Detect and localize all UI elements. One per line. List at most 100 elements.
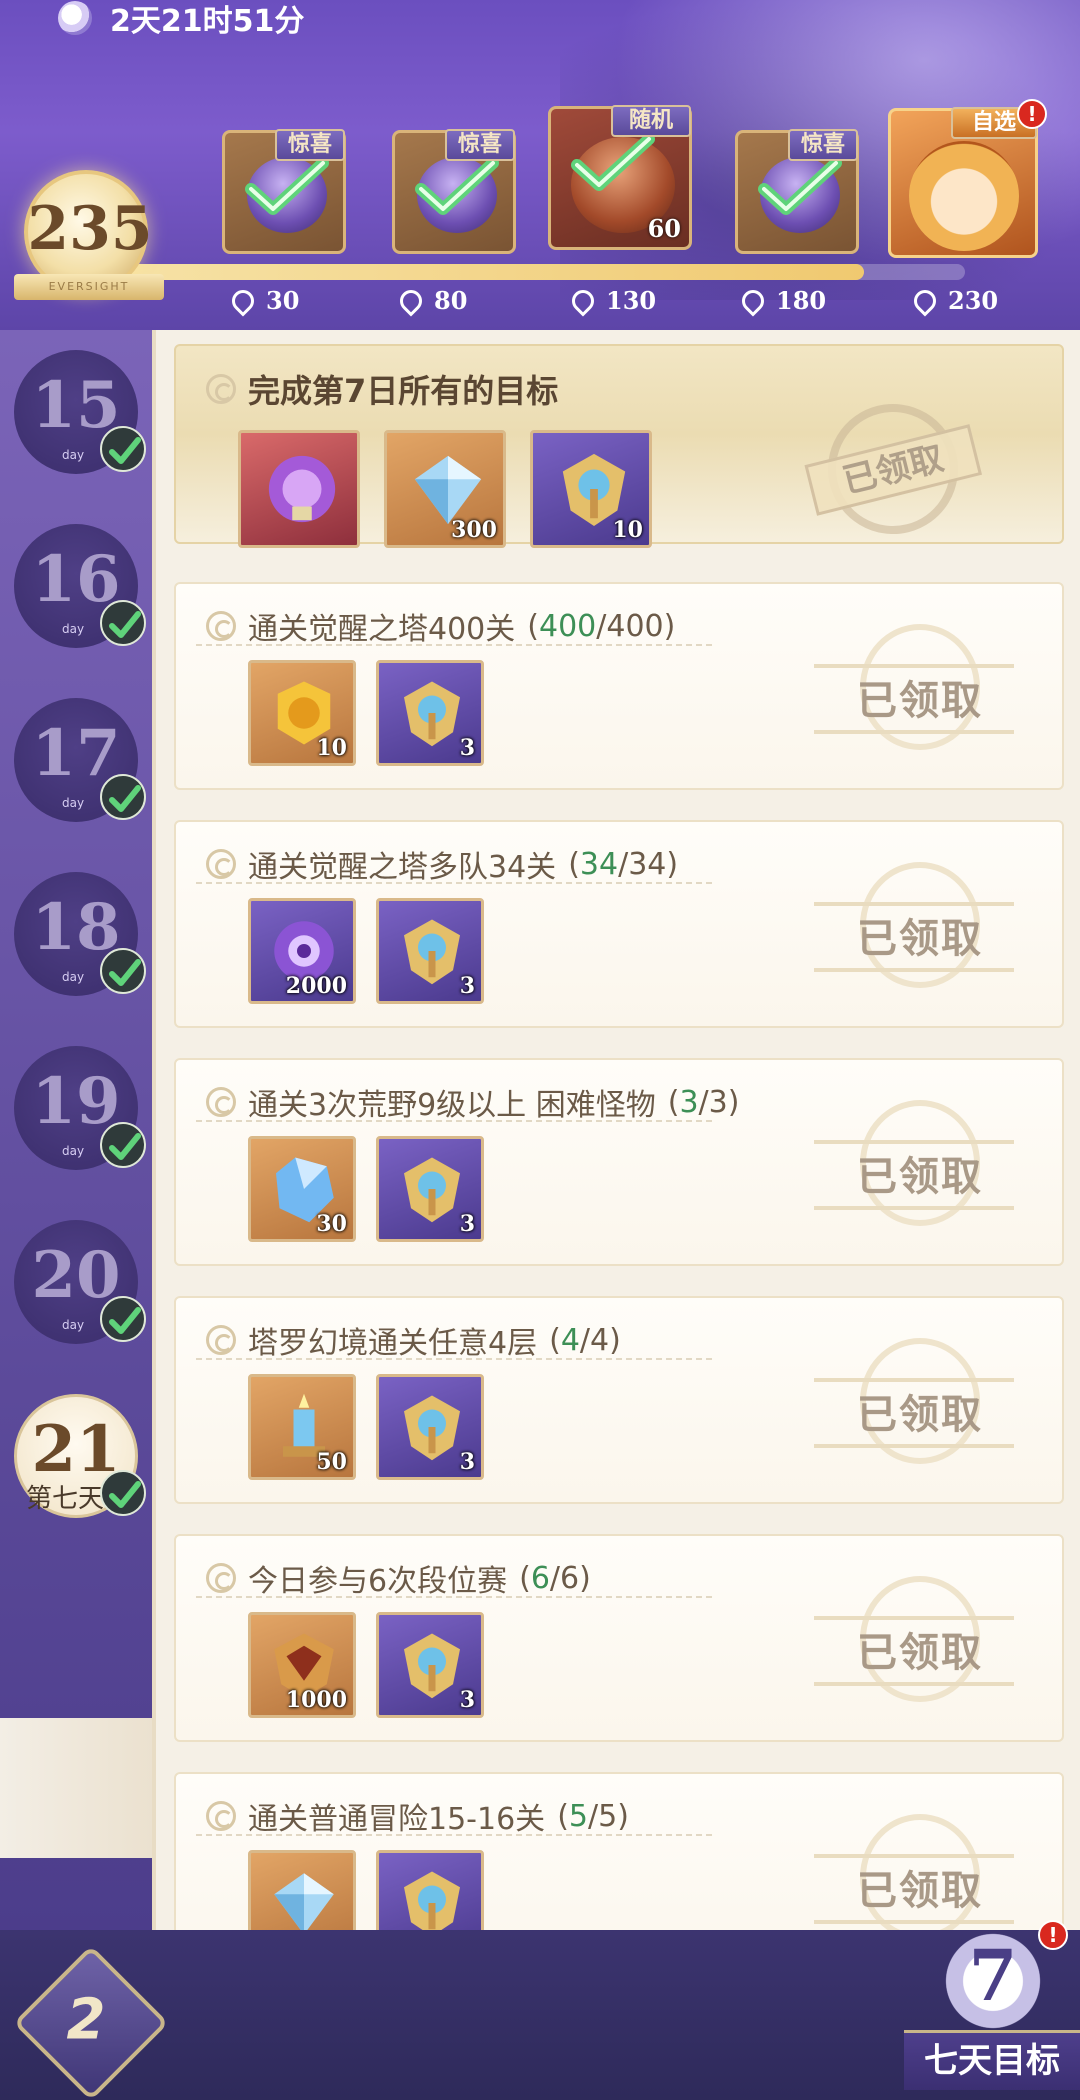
shield-emblem-icon xyxy=(397,1867,467,1930)
reward-item[interactable]: 3 xyxy=(376,1374,484,1480)
reward-item[interactable]: 2000 xyxy=(248,898,356,1004)
milestone-reward[interactable]: 惊喜 xyxy=(735,129,859,254)
milestone-reward[interactable]: 自选! xyxy=(888,99,1047,258)
task-card: 通关3次荒野9级以上 困难怪物 (3/3) 30 3 已领取 xyxy=(174,1058,1064,1266)
task-title-row: 通关觉醒之塔400关 (400/400) xyxy=(206,604,675,648)
task-title: 通关普通冒险15-16关 xyxy=(248,1802,546,1837)
task-progress: (4/4) xyxy=(549,1322,621,1358)
reward-quantity: 50 xyxy=(316,1449,347,1475)
shield-emblem-icon xyxy=(397,915,467,987)
task-progress-total: 3 xyxy=(708,1084,728,1120)
point-icon xyxy=(567,284,599,317)
day-item-21[interactable]: 21 第七天 xyxy=(14,1394,146,1518)
claimed-status-button[interactable]: 已领取 xyxy=(814,1100,1014,1230)
milestone-threshold: 130 xyxy=(567,284,656,317)
reward-item[interactable]: 3 xyxy=(376,1612,484,1718)
task-title-row: 通关普通冒险15-16关 (5/5) xyxy=(206,1794,629,1838)
reward-quantity: 3 xyxy=(459,1211,475,1237)
reward-item[interactable]: 50 xyxy=(248,1374,356,1480)
reward-item[interactable]: 3 xyxy=(376,898,484,1004)
task-title: 通关觉醒之塔多队34关 xyxy=(248,850,557,885)
divider xyxy=(196,1834,716,1836)
reward-quantity: 3 xyxy=(459,1449,475,1475)
reward-item[interactable]: 1000 xyxy=(248,1612,356,1718)
reward-item[interactable]: 300 xyxy=(384,430,506,548)
milestone-reward[interactable]: 惊喜 xyxy=(392,129,516,254)
header: 2天21时51分 惊喜 30 惊喜 80 随机 60 130 惊喜 180 自选! 230 235 … xyxy=(0,0,1080,330)
claimed-label: 已领取 xyxy=(857,1630,983,1676)
active-day-tab xyxy=(0,1718,152,1858)
day-summary-card: 完成第7日所有的目标 300 10 已领取 xyxy=(174,344,1064,548)
day-item-19[interactable]: 19 day xyxy=(14,1046,146,1170)
claimed-status-button[interactable]: 已领取 xyxy=(814,1338,1014,1468)
claimed-label: 已领取 xyxy=(857,1868,983,1914)
reward-item[interactable] xyxy=(248,1850,356,1930)
task-title: 今日参与6次段位赛 xyxy=(248,1564,508,1599)
reward-item[interactable]: 3 xyxy=(376,1136,484,1242)
claimed-status-button[interactable]: 已领取 xyxy=(814,1814,1014,1930)
milestone-threshold: 80 xyxy=(395,284,467,317)
summary-title-row: 完成第7日所有的目标 xyxy=(206,366,558,412)
check-icon xyxy=(100,774,146,820)
point-icon xyxy=(909,284,941,317)
score-badge: 235 EVERSIGHT xyxy=(10,170,164,300)
task-card: 塔罗幻境通关任意4层 (4/4) 50 3 已领取 xyxy=(174,1296,1064,1504)
check-icon xyxy=(100,1122,146,1168)
claimed-status-button[interactable]: 已领取 xyxy=(814,624,1014,754)
day-item-18[interactable]: 18 day xyxy=(14,872,146,996)
shield-emblem-icon xyxy=(397,1153,467,1225)
claimed-status-button[interactable]: 已领取 xyxy=(814,862,1014,992)
task-title-row: 塔罗幻境通关任意4层 (4/4) xyxy=(206,1318,621,1362)
day-item-15[interactable]: 15 day xyxy=(14,350,146,474)
day-item-20[interactable]: 20 day xyxy=(14,1220,146,1344)
day-label: 第七天 xyxy=(26,1484,105,1514)
milestone-threshold: 30 xyxy=(227,284,299,317)
check-icon xyxy=(100,600,146,646)
seven-number: 7 xyxy=(968,1934,1018,2017)
day-label: day xyxy=(62,622,85,636)
seven-day-goal-button[interactable]: 7 ! 七天目标 xyxy=(904,1918,1080,2100)
reward-quantity: 1000 xyxy=(285,1687,347,1713)
point-icon xyxy=(395,284,427,317)
day-label: day xyxy=(62,796,85,810)
task-progress-current: 400 xyxy=(538,608,597,644)
task-title-row: 今日参与6次段位赛 (6/6) xyxy=(206,1556,591,1600)
claimed-line xyxy=(814,968,1014,972)
claimed-status-button[interactable]: 已领取 xyxy=(814,1576,1014,1706)
milestone-count: 60 xyxy=(647,214,681,243)
reward-item[interactable]: 10 xyxy=(248,660,356,766)
milestone-tag: 随机 xyxy=(611,105,691,137)
reward-quantity: 3 xyxy=(459,1687,475,1713)
hero-portrait-icon xyxy=(909,141,1019,251)
milestone-reward[interactable]: 惊喜 xyxy=(222,129,346,254)
day-item-16[interactable]: 16 day xyxy=(14,524,146,648)
reward-item[interactable]: 10 xyxy=(530,430,652,548)
claimed-label: 已领取 xyxy=(857,916,983,962)
day-label: day xyxy=(62,1318,85,1332)
milestone-value: 230 xyxy=(948,286,999,315)
claimed-label: 已领取 xyxy=(857,1392,983,1438)
milestone-reward[interactable]: 随机 60 xyxy=(548,105,692,250)
day-label: day xyxy=(62,970,85,984)
swirl-icon xyxy=(206,374,236,404)
task-progress: (400/400) xyxy=(527,608,676,644)
shield-emblem-icon xyxy=(397,1629,467,1701)
claimed-label: 已领取 xyxy=(857,1154,983,1200)
swirl-icon xyxy=(206,1801,236,1831)
reward-item[interactable]: 30 xyxy=(248,1136,356,1242)
reward-quantity: 30 xyxy=(316,1211,347,1237)
task-progress-total: 5 xyxy=(598,1798,618,1834)
reward-quantity: 10 xyxy=(316,735,347,761)
task-progress: (3/3) xyxy=(667,1084,740,1120)
divider xyxy=(196,882,716,884)
check-icon xyxy=(100,426,146,472)
seven-day-goal-label: 七天目标 xyxy=(904,2030,1080,2090)
reward-item[interactable]: 3 xyxy=(376,660,484,766)
reward-quantity: 300 xyxy=(451,517,497,543)
task-progress-current: 34 xyxy=(579,846,619,882)
reward-item[interactable] xyxy=(376,1850,484,1930)
shield-emblem-icon xyxy=(397,1391,467,1463)
day-item-17[interactable]: 17 day xyxy=(14,698,146,822)
day-selector: 15 day 16 day 17 day 18 day 19 day 20 day 21 第七天 xyxy=(0,330,152,1930)
reward-item[interactable] xyxy=(238,430,360,548)
